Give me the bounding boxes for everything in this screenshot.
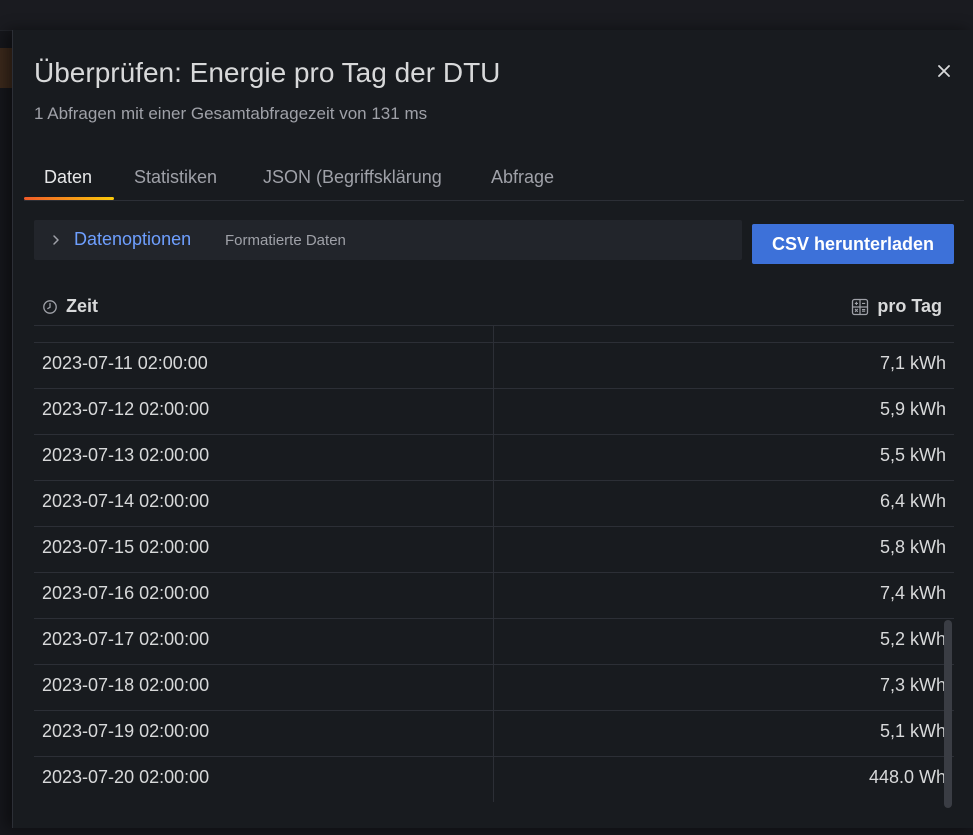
cell-zeit: 2023-07-11 02:00:00 <box>42 353 208 373</box>
app-top-bar <box>0 0 973 31</box>
column-divider <box>493 573 494 618</box>
cell-zeit: 2023-07-18 02:00:00 <box>42 675 210 695</box>
table-row: 2023-07-11 02:00:00 7,1 kWh <box>34 343 954 389</box>
tab-abfrage[interactable]: Abfrage <box>491 162 554 198</box>
cell-zeit: 2023-07-13 02:00:00 <box>42 445 210 465</box>
cell-pro-tag: 7,4 kWh <box>879 583 946 603</box>
table-row: 2023-07-14 02:00:00 6,4 kWh <box>34 481 954 527</box>
column-divider <box>493 435 494 480</box>
column-header-zeit-label: Zeit <box>66 296 99 316</box>
tab-json-label: JSON (Begriffsklärung <box>263 167 442 187</box>
cell-zeit: 2023-07-14 02:00:00 <box>42 491 210 511</box>
cell-pro-tag: 7,3 kWh <box>879 675 946 695</box>
column-header-pro-tag-label: pro Tag <box>877 296 942 316</box>
cell-pro-tag: 5,8 kWh <box>879 537 946 557</box>
drawer-subtitle: 1 Abfragen mit einer Gesamtabfragezeit v… <box>34 104 428 123</box>
table-row: 2023-07-19 02:00:00 5,1 kWh <box>34 711 954 757</box>
tab-json[interactable]: JSON (Begriffsklärung <box>263 162 442 198</box>
column-divider <box>493 711 494 756</box>
active-tab-indicator <box>24 197 114 200</box>
close-button[interactable] <box>931 58 957 84</box>
table-header: Zeit pro Tag <box>34 292 954 326</box>
drawer-title: Überprüfen: Energie pro Tag der DTU <box>34 57 501 88</box>
panel-edge <box>0 48 12 88</box>
cell-pro-tag: 5,9 kWh <box>879 399 946 419</box>
table-row: 2023-07-15 02:00:00 5,8 kWh <box>34 527 954 573</box>
column-divider <box>493 389 494 434</box>
column-divider <box>493 343 494 388</box>
column-divider <box>493 757 494 802</box>
table-rows: 2023-07-10 02:00:00 6,9 kWh 2023-07-11 02:… <box>34 326 954 802</box>
tab-daten-label: Daten <box>44 167 93 187</box>
table-row: 2023-07-17 02:00:00 5,2 kWh <box>34 619 954 665</box>
download-csv-button[interactable]: CSV herunterladen <box>752 224 954 264</box>
table-row: 2023-07-16 02:00:00 7,4 kWh <box>34 573 954 619</box>
column-divider <box>493 665 494 710</box>
table-row: 2023-07-20 02:00:00 448.0 Wh <box>34 757 954 802</box>
column-divider <box>493 481 494 526</box>
column-divider <box>493 527 494 572</box>
table-row: 2023-07-12 02:00:00 5,9 kWh <box>34 389 954 435</box>
cell-zeit: 2023-07-10 02:00:00 <box>42 326 209 328</box>
cell-zeit: 2023-07-20 02:00:00 <box>42 767 210 787</box>
column-divider <box>493 619 494 664</box>
inspect-drawer: Überprüfen: Energie pro Tag der DTU 1 Ab… <box>12 30 973 828</box>
cell-pro-tag: 6,4 kWh <box>879 491 946 511</box>
data-options-toggle[interactable]: Datenoptionen Formatierte Daten <box>34 220 742 260</box>
column-header-pro-tag[interactable]: pro Tag <box>851 296 942 317</box>
table-row: 2023-07-13 02:00:00 5,5 kWh <box>34 435 954 481</box>
cell-pro-tag: 5,1 kWh <box>879 721 946 741</box>
calculator-icon <box>852 298 869 315</box>
cell-zeit: 2023-07-17 02:00:00 <box>42 629 210 649</box>
data-table: Zeit pro Tag 2023-07-10 02:00:006,9 kWh2… <box>34 292 954 802</box>
table-scrollbar-thumb[interactable] <box>944 620 952 808</box>
cell-pro-tag: 5,2 kWh <box>879 629 946 649</box>
chevron-right-icon <box>53 235 59 245</box>
cell-pro-tag: 448.0 Wh <box>868 767 946 787</box>
table-row: 2023-07-10 02:00:00 6,9 kWh <box>34 326 954 343</box>
table-body[interactable]: 2023-07-10 02:00:00 6,9 kWh 2023-07-11 02:… <box>34 326 954 802</box>
tab-bar: Daten Statistiken JSON (Begriffsklärung … <box>24 162 964 201</box>
close-icon <box>938 65 950 77</box>
data-options-description: Formatierte Daten <box>225 232 346 249</box>
cell-pro-tag: 5,5 kWh <box>879 445 946 465</box>
table-row: 2023-07-18 02:00:00 7,3 kWh <box>34 665 954 711</box>
cell-pro-tag: 6,9 kWh <box>880 326 946 328</box>
column-header-zeit[interactable]: Zeit <box>42 296 98 317</box>
tab-statistiken-label: Statistiken <box>134 167 218 187</box>
tab-statistiken[interactable]: Statistiken <box>134 162 217 198</box>
cell-pro-tag: 7,1 kWh <box>879 353 946 373</box>
data-options-label: Datenoptionen <box>74 229 192 249</box>
tab-daten[interactable]: Daten <box>44 162 92 198</box>
cell-zeit: 2023-07-15 02:00:00 <box>42 537 210 557</box>
column-divider <box>493 326 494 342</box>
tab-abfrage-label: Abfrage <box>491 167 555 187</box>
cell-zeit: 2023-07-12 02:00:00 <box>42 399 210 419</box>
clock-icon <box>43 299 57 314</box>
cell-zeit: 2023-07-16 02:00:00 <box>42 583 210 603</box>
cell-zeit: 2023-07-19 02:00:00 <box>42 721 210 741</box>
